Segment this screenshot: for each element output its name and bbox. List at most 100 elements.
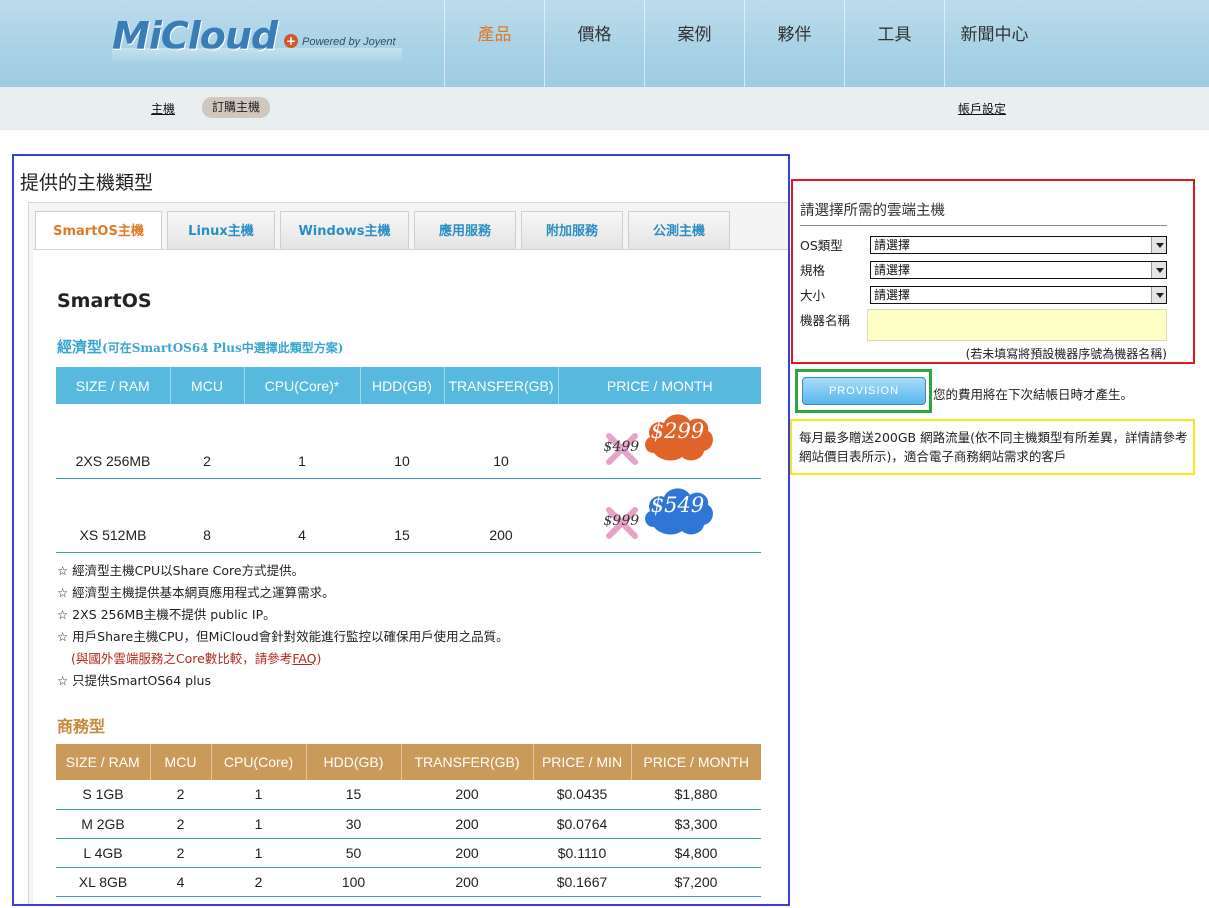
host-types-panel: 提供的主機類型 SmartOS主機 Linux主機 Windows主機 應用服務… — [12, 154, 790, 906]
subnav-order-host[interactable]: 訂購主機 — [202, 97, 271, 118]
tab-frame: SmartOS主機 Linux主機 Windows主機 應用服務 附加服務 公測… — [28, 202, 788, 904]
size-select[interactable]: 請選擇 — [870, 286, 1167, 304]
table-row: XL 8GB 4 2 100 200 $0.1667 $7,200 — [56, 867, 761, 897]
cell-transfer: 10 — [444, 404, 558, 479]
faq-link[interactable]: FAQ — [292, 651, 316, 666]
cell-size: XL 8GB — [56, 867, 150, 897]
tab-content: SmartOS 經濟型(可在SmartOS64 Plus中選擇此類型方案) SI… — [33, 249, 788, 904]
nav-pricing[interactable]: 價格 — [544, 0, 644, 87]
column-header: CPU(Core)* — [244, 367, 361, 404]
note-item: ☆ 只提供SmartOS64 plus — [57, 673, 211, 688]
cell-price-min: $0.0435 — [533, 780, 631, 810]
tab-app-services[interactable]: 應用服務 — [414, 211, 516, 249]
powered-by-text: Powered by Joyent — [302, 36, 396, 48]
provision-box: PROVISION — [795, 369, 932, 413]
column-header: PRICE / MONTH — [631, 744, 761, 780]
column-header: PRICE / MIN — [533, 744, 632, 780]
economy-header-row: SIZE / RAM MCU CPU(Core)* HDD(GB) TRANSF… — [56, 367, 761, 404]
table-row: XS 512MB 8 4 15 200 $999 $549 — [56, 478, 761, 553]
subnav-account-settings[interactable]: 帳戶設定 — [958, 100, 1006, 117]
column-header: CPU(Core) — [211, 744, 307, 780]
column-header: SIZE / RAM — [56, 744, 151, 780]
nav-partners[interactable]: 夥伴 — [744, 0, 844, 87]
table-row: 2XS 256MB 2 1 10 10 $499 $299 — [56, 404, 761, 479]
tab-beta-hosts[interactable]: 公測主機 — [628, 211, 730, 249]
cell-price-min: $0.1667 — [533, 867, 631, 897]
cell-size: S 1GB — [56, 780, 150, 810]
chevron-down-icon[interactable] — [1151, 237, 1166, 253]
nav-tools[interactable]: 工具 — [844, 0, 944, 87]
cell-transfer: 200 — [401, 896, 533, 904]
table-row: M 2GB 2 1 30 200 $0.0764 $3,300 — [56, 809, 761, 839]
business-table: SIZE / RAM MCU CPU(Core) HDD(GB) TRANSFE… — [56, 744, 761, 904]
site-header: MiCloud + Powered by Joyent 產品 價格 案例 夥伴 … — [0, 0, 1209, 87]
cell-cpu: 4 — [244, 478, 360, 553]
order-form-title: 請選擇所需的雲端主機 — [800, 203, 945, 219]
note-item: ☆ 用戶Share主機CPU，但MiCloud會針對效能進行監控以確保用戶使用之… — [57, 629, 509, 644]
traffic-info-box: 每月最多贈送200GB 網路流量(依不同主機類型有所差異，詳情請參考網站價目表所… — [790, 419, 1195, 475]
cell-price-month: $3,300 — [631, 809, 761, 839]
business-table-body: S 1GB 2 1 15 200 $0.0435 $1,880 M 2GB 2 1 30 200 $0.… — [56, 780, 761, 904]
new-price: $299 — [650, 418, 705, 443]
cell-price: $499 $299 — [558, 404, 761, 479]
logo-plus-icon: + — [284, 34, 298, 48]
cell-cpu: 2 — [211, 867, 306, 897]
tab-windows[interactable]: Windows主機 — [280, 211, 409, 249]
column-header: MCU — [170, 367, 245, 404]
note-compare-end: ) — [316, 651, 322, 666]
chevron-down-icon[interactable] — [1151, 287, 1166, 303]
cell-transfer: 200 — [401, 838, 533, 868]
new-price: $549 — [650, 493, 705, 517]
cell-mcu: 2 — [170, 404, 244, 479]
os-type-value: 請選擇 — [874, 238, 911, 252]
section-heading: SmartOS — [57, 290, 152, 312]
tab-smartos[interactable]: SmartOS主機 — [35, 211, 162, 250]
cell-price-min: $0.0764 — [533, 809, 631, 839]
note-compare: (與國外雲端服務之Core數比較，請參考FAQ) — [57, 648, 509, 670]
machine-name-hint: (若未填寫將預設機器序號為機器名稱) — [965, 347, 1167, 361]
spec-select[interactable]: 請選擇 — [870, 261, 1167, 279]
cell-hdd: 50 — [306, 838, 401, 868]
economy-title: 經濟型(可在SmartOS64 Plus中選擇此類型方案) — [57, 336, 343, 357]
tab-addon-services[interactable]: 附加服務 — [521, 211, 623, 249]
nav-cases[interactable]: 案例 — [644, 0, 744, 87]
note-item: ☆ 經濟型主機CPU以Share Core方式提供。 — [57, 563, 305, 578]
nav-products[interactable]: 產品 — [444, 0, 544, 87]
os-type-label: OS類型 — [800, 238, 843, 253]
cell-cpu: 1 — [211, 838, 306, 868]
logo-reflection — [112, 48, 402, 64]
host-order-form: 請選擇所需的雲端主機 OS類型 請選擇 規格 請選擇 大小 請選擇 機器名稱 (… — [791, 179, 1195, 364]
cell-price: $999 $549 — [558, 478, 761, 553]
subnav-host-link[interactable]: 主機 — [151, 100, 175, 117]
column-header: MCU — [150, 744, 212, 780]
tab-linux[interactable]: Linux主機 — [167, 211, 275, 249]
machine-name-label: 機器名稱 — [800, 313, 851, 328]
machine-name-input[interactable] — [867, 309, 1167, 341]
cell-cpu: 1 — [211, 780, 306, 810]
cell-transfer: 200 — [401, 809, 533, 839]
chevron-down-icon[interactable] — [1151, 262, 1166, 278]
sub-nav: 主機 訂購主機 帳戶設定 — [0, 87, 1209, 130]
cell-transfer: 200 — [444, 478, 558, 553]
cell-mcu: 6 — [150, 896, 211, 904]
nav-news[interactable]: 新聞中心 — [944, 0, 1044, 87]
cell-hdd: 200 — [306, 896, 401, 904]
table-row: 2XL 16GB63200200$0.2778$12,000 — [56, 896, 761, 904]
column-header: HDD(GB) — [360, 367, 445, 404]
cell-hdd: 100 — [306, 867, 401, 897]
column-header: TRANSFER(GB) — [401, 744, 534, 780]
column-header: HDD(GB) — [306, 744, 402, 780]
economy-subtitle: (可在SmartOS64 Plus中選擇此類型方案) — [102, 341, 344, 355]
cell-price-month: $7,200 — [631, 867, 761, 897]
note-compare-text: (與國外雲端服務之Core數比較，請參考 — [71, 651, 293, 666]
provision-button[interactable]: PROVISION — [802, 377, 926, 405]
cell-size: L 4GB — [56, 838, 150, 868]
panel-title: 提供的主機類型 — [20, 172, 154, 194]
cell-size: M 2GB — [56, 809, 150, 839]
business-header-row: SIZE / RAM MCU CPU(Core) HDD(GB) TRANSFE… — [56, 744, 761, 780]
os-type-select[interactable]: 請選擇 — [870, 236, 1167, 254]
note-item: ☆ 經濟型主機提供基本網頁應用程式之運算需求。 — [57, 585, 335, 600]
cell-price-month: $1,880 — [631, 780, 761, 810]
cell-price-min: $0.1110 — [533, 838, 631, 868]
cell-price-min: $0.2778 — [533, 896, 631, 904]
